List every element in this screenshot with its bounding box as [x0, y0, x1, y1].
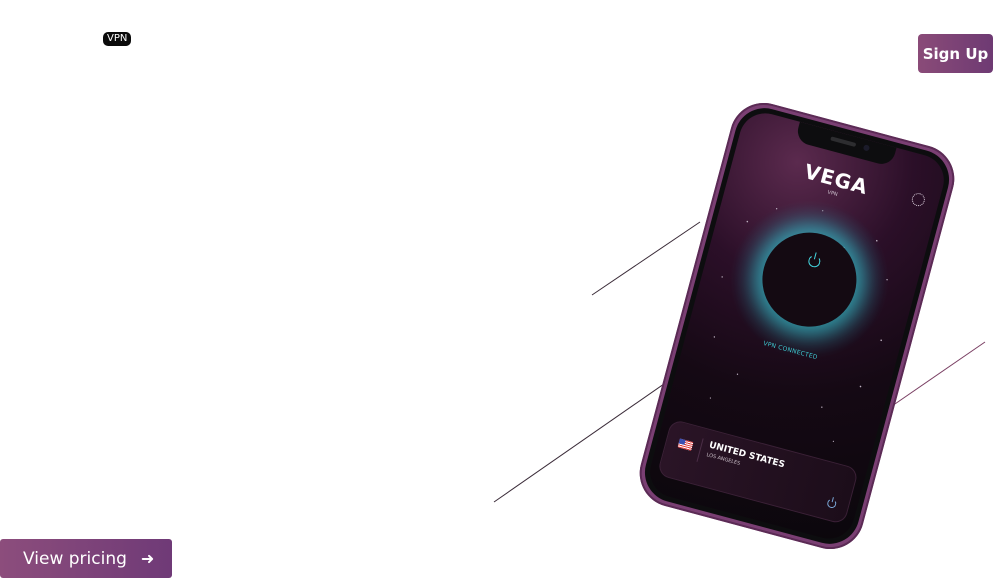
camera-icon	[862, 144, 871, 152]
arrow-right-icon: ➜	[140, 549, 155, 568]
callout-line-top	[591, 221, 701, 296]
power-icon	[806, 253, 822, 269]
card-power-icon[interactable]	[826, 498, 838, 510]
view-pricing-label: View pricing	[23, 548, 127, 569]
card-divider	[696, 438, 704, 462]
view-pricing-button[interactable]: View pricing ➜	[0, 539, 172, 578]
page: VPN Sign Up VEGA VPN VPN CONNECTED UNITE…	[0, 0, 1000, 578]
speaker-icon	[830, 136, 857, 147]
us-flag-icon	[677, 438, 694, 451]
